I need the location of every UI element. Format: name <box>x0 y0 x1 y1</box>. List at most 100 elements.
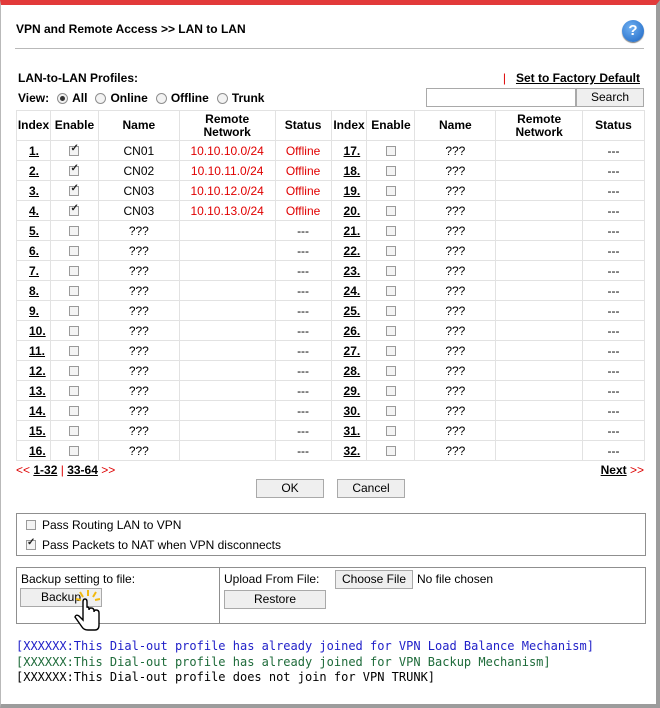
profile-enable-checkbox[interactable] <box>385 406 396 417</box>
profile-status: --- <box>582 380 645 401</box>
restore-button[interactable]: Restore <box>224 590 326 609</box>
profile-index-link[interactable]: 4. <box>16 200 51 221</box>
profile-index-link[interactable]: 22. <box>330 240 368 261</box>
view-offline-radio[interactable] <box>155 92 167 104</box>
profile-enable-checkbox[interactable] <box>69 143 80 157</box>
profile-enable-checkbox[interactable] <box>385 346 396 357</box>
view-trunk-radio[interactable] <box>216 92 228 104</box>
profile-enable-checkbox[interactable] <box>69 426 80 437</box>
profile-index-link[interactable]: 9. <box>16 300 51 321</box>
profile-enable-cell <box>366 440 416 461</box>
profile-enable-checkbox[interactable] <box>385 226 396 237</box>
search-button[interactable]: Search <box>576 88 644 107</box>
profile-enable-checkbox[interactable] <box>69 406 80 417</box>
profile-enable-checkbox[interactable] <box>69 246 80 257</box>
profile-index-link[interactable]: 12. <box>16 360 51 381</box>
profile-enable-checkbox[interactable] <box>385 286 396 297</box>
page-33-64-link[interactable]: 33-64 <box>67 463 98 477</box>
profile-index-link[interactable]: 27. <box>330 340 368 361</box>
profile-remote-network <box>495 340 584 361</box>
profile-index-link[interactable]: 18. <box>330 160 368 181</box>
profile-remote-network <box>495 380 584 401</box>
profile-status: --- <box>274 260 332 281</box>
profile-index-link[interactable]: 10. <box>16 320 51 341</box>
profile-enable-checkbox[interactable] <box>69 163 80 177</box>
cancel-button[interactable]: Cancel <box>337 479 405 498</box>
pass-nat-checkbox[interactable] <box>26 537 36 550</box>
backup-label: Backup setting to file: <box>21 572 136 586</box>
profile-enable-checkbox[interactable] <box>385 326 396 337</box>
profile-enable-checkbox[interactable] <box>69 266 80 277</box>
profile-index-link[interactable]: 2. <box>16 160 51 181</box>
profile-enable-cell <box>366 360 416 381</box>
table-row: 3. CN0310.10.12.0/24Offline19.??? --- <box>16 180 645 201</box>
profile-enable-checkbox[interactable] <box>385 386 396 397</box>
profile-index-link[interactable]: 5. <box>16 220 51 241</box>
profile-index-link[interactable]: 1. <box>16 140 51 161</box>
profile-index-link[interactable]: 3. <box>16 180 51 201</box>
ok-button[interactable]: OK <box>256 479 324 498</box>
profile-remote-network: 10.10.12.0/24 <box>178 180 276 201</box>
choose-file-button[interactable]: Choose File <box>335 570 413 589</box>
page-1-32-link[interactable]: 1-32 <box>33 463 57 477</box>
profile-index-link[interactable]: 11. <box>16 340 51 361</box>
profile-enable-checkbox[interactable] <box>69 366 80 377</box>
profile-status: --- <box>582 160 645 181</box>
profile-name: CN02 <box>97 160 180 181</box>
profile-enable-checkbox[interactable] <box>385 166 396 177</box>
profile-index-link[interactable]: 29. <box>330 380 368 401</box>
profile-enable-checkbox[interactable] <box>69 446 80 457</box>
profile-enable-checkbox[interactable] <box>69 346 80 357</box>
profile-enable-checkbox[interactable] <box>69 183 80 197</box>
profile-enable-checkbox[interactable] <box>385 446 396 457</box>
profile-enable-checkbox[interactable] <box>69 326 80 337</box>
view-all-radio[interactable] <box>57 92 69 104</box>
profile-enable-checkbox[interactable] <box>385 366 396 377</box>
profile-enable-cell <box>366 140 416 161</box>
profile-enable-checkbox[interactable] <box>69 203 80 217</box>
profile-enable-checkbox[interactable] <box>385 306 396 317</box>
search-input[interactable] <box>426 88 576 107</box>
profile-index-link[interactable]: 16. <box>16 440 51 461</box>
profile-index-link[interactable]: 24. <box>330 280 368 301</box>
profile-enable-cell <box>366 380 416 401</box>
profile-index-link[interactable]: 31. <box>330 420 368 441</box>
profile-enable-checkbox[interactable] <box>69 286 80 297</box>
profile-enable-checkbox[interactable] <box>69 306 80 317</box>
next-page-link[interactable]: Next <box>601 463 627 477</box>
profile-enable-checkbox[interactable] <box>385 426 396 437</box>
profile-enable-checkbox[interactable] <box>69 386 80 397</box>
profile-index-link[interactable]: 19. <box>330 180 368 201</box>
profile-enable-checkbox[interactable] <box>385 186 396 197</box>
set-factory-default-link[interactable]: Set to Factory Default <box>516 71 640 85</box>
profile-index-link[interactable]: 8. <box>16 280 51 301</box>
profile-enable-checkbox[interactable] <box>385 146 396 157</box>
profile-index-link[interactable]: 7. <box>16 260 51 281</box>
profile-status: --- <box>274 360 332 381</box>
profile-index-link[interactable]: 13. <box>16 380 51 401</box>
profile-enable-checkbox[interactable] <box>385 246 396 257</box>
profile-index-link[interactable]: 32. <box>330 440 368 461</box>
profile-index-link[interactable]: 6. <box>16 240 51 261</box>
view-online-radio[interactable] <box>95 92 107 104</box>
profile-index-link[interactable]: 25. <box>330 300 368 321</box>
profile-index-link[interactable]: 14. <box>16 400 51 421</box>
view-filter: View: All Online Offline Trunk <box>18 91 264 105</box>
table-row: 6.??? --- 22.??? --- <box>16 240 645 261</box>
profile-enable-cell <box>366 300 416 321</box>
profile-enable-checkbox[interactable] <box>69 226 80 237</box>
profile-index-link[interactable]: 23. <box>330 260 368 281</box>
profile-index-link[interactable]: 20. <box>330 200 368 221</box>
profile-index-link[interactable]: 17. <box>330 140 368 161</box>
profile-index-link[interactable]: 15. <box>16 420 51 441</box>
profile-remote-network <box>495 300 584 321</box>
profile-index-link[interactable]: 28. <box>330 360 368 381</box>
profile-enable-checkbox[interactable] <box>385 266 396 277</box>
profile-enable-checkbox[interactable] <box>385 206 396 217</box>
pass-routing-checkbox[interactable] <box>26 520 36 530</box>
profile-index-link[interactable]: 26. <box>330 320 368 341</box>
profile-index-link[interactable]: 30. <box>330 400 368 421</box>
profile-index-link[interactable]: 21. <box>330 220 368 241</box>
profile-enable-cell <box>366 180 416 201</box>
help-icon[interactable]: ? <box>622 20 644 42</box>
